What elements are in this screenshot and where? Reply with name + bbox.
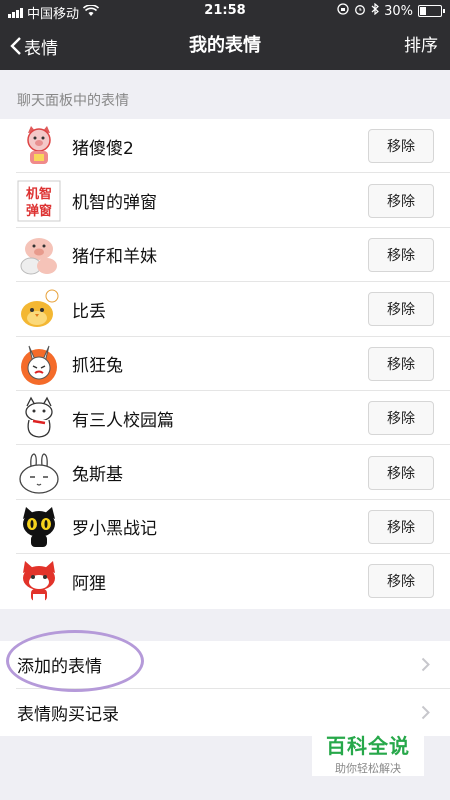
watermark-logo: 百科全说 助你轻松解决 <box>312 726 424 776</box>
nav-bar: 表情 我的表情 排序 <box>0 22 450 70</box>
remove-button[interactable]: 移除 <box>368 183 434 218</box>
pig-cat-sticker-icon <box>17 124 61 168</box>
remove-button[interactable]: 移除 <box>368 509 434 544</box>
remove-button[interactable]: 移除 <box>368 292 434 327</box>
sticker-name: 猪傻傻2 <box>72 138 134 159</box>
sticker-name: 抓狂兔 <box>72 356 123 377</box>
chevron-right-icon <box>421 705 430 719</box>
sticker-name: 猪仔和羊妹 <box>72 247 157 268</box>
highlight-annotation <box>6 630 144 692</box>
pig-sheep-sticker-icon <box>17 233 61 277</box>
status-bar: 中国移动 21:58 30% <box>0 0 450 22</box>
yellow-chick-sticker-icon <box>17 287 61 331</box>
popup-text-sticker-icon: 机智 弹窗 <box>17 179 61 223</box>
page-title: 我的表情 <box>189 35 261 56</box>
remove-button[interactable]: 移除 <box>368 346 434 381</box>
sticker-row: 兔斯基 移除 <box>0 445 450 500</box>
chevron-right-icon <box>421 658 430 672</box>
sticker-name: 比丢 <box>72 301 106 322</box>
sticker-row: 机智 弹窗 机智的弹窗 移除 <box>0 173 450 228</box>
red-fox-sticker-icon <box>17 559 61 603</box>
sticker-row: 抓狂兔 移除 <box>0 337 450 391</box>
sticker-row: 有三人校园篇 移除 <box>0 391 450 446</box>
battery-icon <box>418 5 445 17</box>
battery-percent: 30% <box>384 3 413 19</box>
sticker-row: 猪仔和羊妹 移除 <box>0 228 450 283</box>
sticker-name: 兔斯基 <box>72 465 123 486</box>
sticker-name: 罗小黑战记 <box>72 519 157 540</box>
remove-button[interactable]: 移除 <box>368 129 434 164</box>
remove-button[interactable]: 移除 <box>368 564 434 599</box>
remove-button[interactable]: 移除 <box>368 401 434 436</box>
section-title: 聊天面板中的表情 <box>17 93 129 109</box>
bluetooth-icon <box>371 2 380 19</box>
rotation-lock-icon <box>337 3 349 19</box>
svg-text:弹窗: 弹窗 <box>26 203 52 219</box>
sticker-row: 阿狸 移除 <box>0 554 450 608</box>
sort-button[interactable]: 排序 <box>404 22 438 70</box>
sticker-name: 阿狸 <box>72 573 106 594</box>
white-cat-sticker-icon <box>17 396 61 440</box>
sticker-name: 有三人校园篇 <box>72 410 174 431</box>
watermark-title: 百科全说 <box>326 734 410 758</box>
sticker-name: 机智的弹窗 <box>72 193 157 214</box>
angry-rabbit-sticker-icon <box>17 342 61 386</box>
remove-button[interactable]: 移除 <box>368 455 434 490</box>
menu-item-label: 表情购买记录 <box>17 704 119 725</box>
tuzki-sticker-icon <box>17 451 61 495</box>
remove-button[interactable]: 移除 <box>368 237 434 272</box>
alarm-icon <box>354 3 366 19</box>
status-icons: 30% <box>337 2 445 19</box>
sticker-list: 猪傻傻2 移除 机智 弹窗 机智的弹窗 移除 猪仔和羊妹 移除 比丢 移除 抓狂兔 <box>0 119 450 609</box>
black-cat-sticker-icon <box>17 505 61 549</box>
sticker-row: 比丢 移除 <box>0 282 450 337</box>
sticker-row: 猪傻傻2 移除 <box>0 119 450 174</box>
svg-text:机智: 机智 <box>26 186 52 202</box>
sticker-row: 罗小黑战记 移除 <box>0 500 450 555</box>
watermark-subtitle: 助你轻松解决 <box>335 762 401 775</box>
